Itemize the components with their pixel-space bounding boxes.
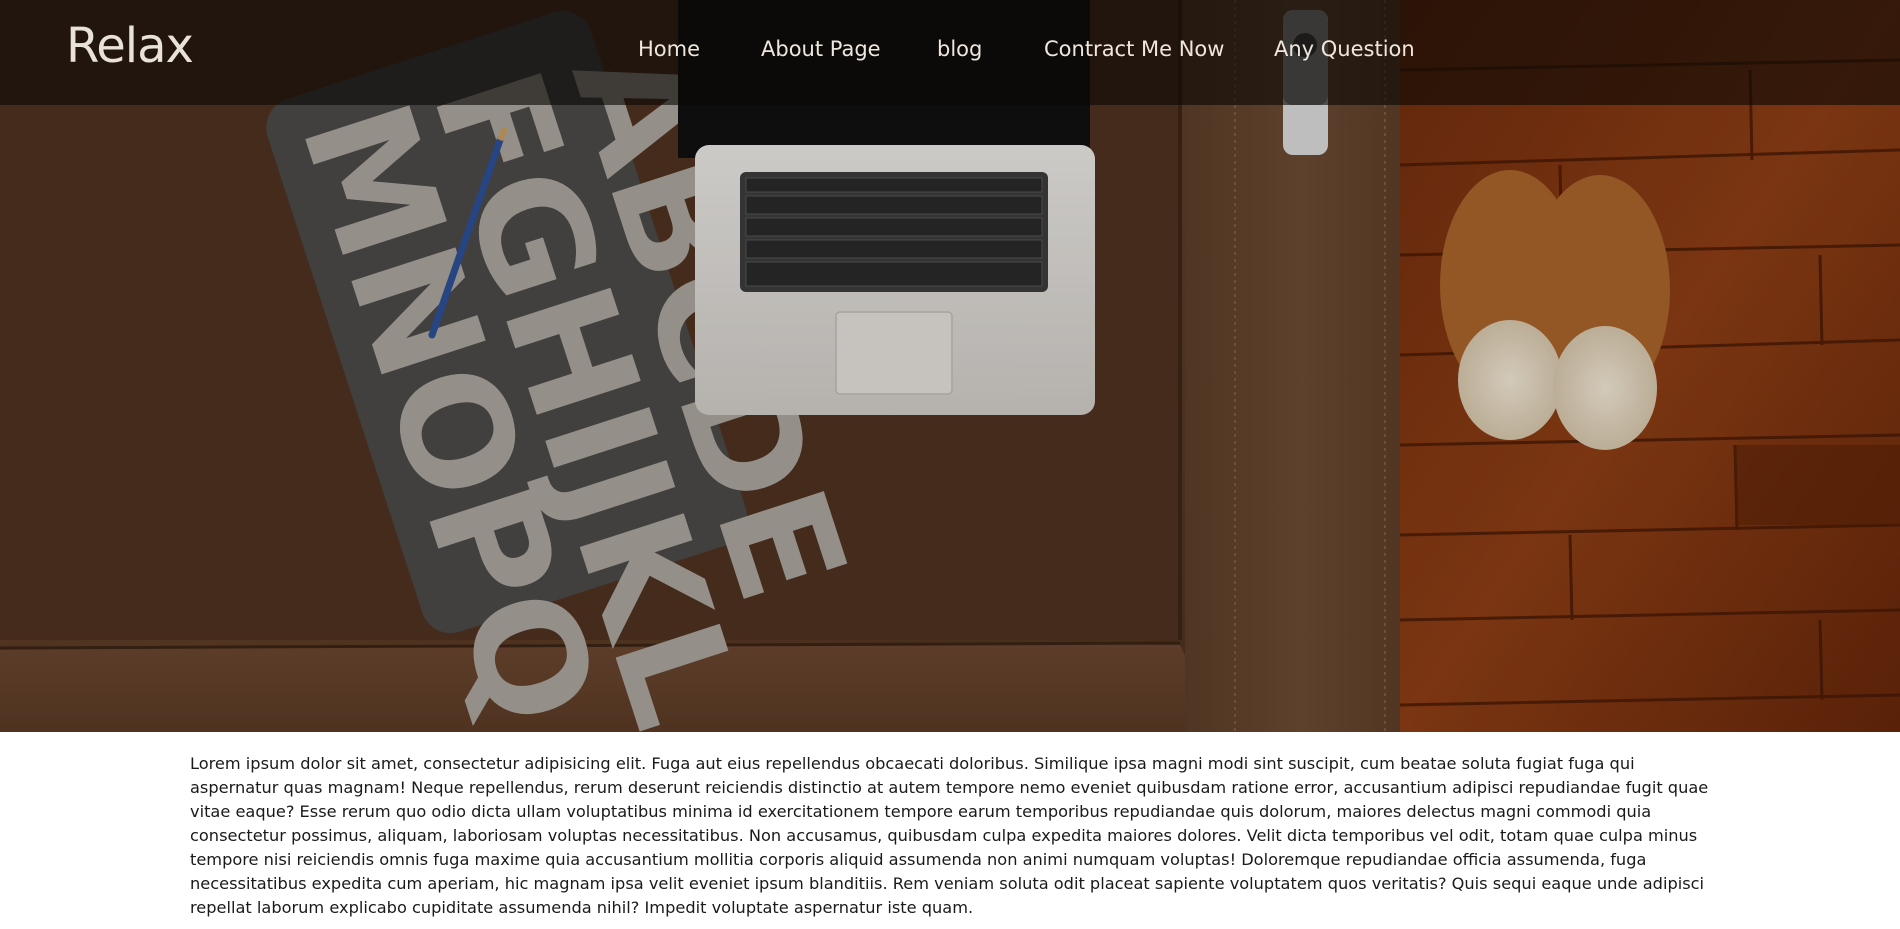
nav-link-any-question[interactable]: Any Question [1274,37,1415,61]
brand-logo[interactable]: Relax [66,18,194,74]
nav-link-contact[interactable]: Contract Me Now [1044,37,1224,61]
nav-link-blog[interactable]: blog [937,37,982,61]
top-navbar: Relax Home About Page blog Contract Me N… [0,0,1900,105]
hero-image: ABCDE FGHIJKL MNOPQ [0,0,1900,732]
hero-banner: ABCDE FGHIJKL MNOPQ [0,0,1900,732]
body-paragraph: Lorem ipsum dolor sit amet, consectetur … [190,754,1709,917]
nav-link-about[interactable]: About Page [761,37,881,61]
main-content: Lorem ipsum dolor sit amet, consectetur … [190,752,1720,920]
nav-link-home[interactable]: Home [638,37,700,61]
